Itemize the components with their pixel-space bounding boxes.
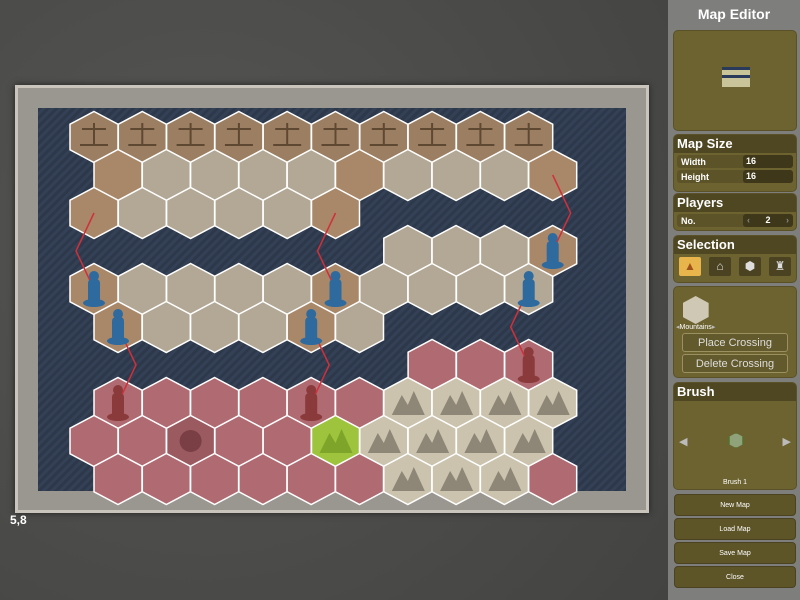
close-button[interactable]: Close bbox=[674, 566, 796, 588]
brush-prev-icon[interactable]: ◀ bbox=[679, 435, 687, 448]
hex-tool-icon[interactable]: ⬢ bbox=[739, 257, 761, 276]
terrain-tool-icon[interactable]: ▲ bbox=[679, 257, 701, 276]
height-label: Height bbox=[681, 171, 709, 182]
next-terrain-icon[interactable]: ▸ bbox=[712, 323, 716, 331]
minimap-preview bbox=[722, 67, 750, 87]
players-stepper[interactable]: ‹ 2 › bbox=[743, 214, 793, 227]
players-no-label: No. bbox=[681, 215, 696, 226]
blue-warrior-icon[interactable] bbox=[522, 279, 535, 303]
width-label: Width bbox=[681, 156, 706, 167]
arrow-left-icon[interactable]: ‹ bbox=[747, 214, 750, 227]
panel-title: Map Editor bbox=[697, 6, 771, 22]
blue-unit-head bbox=[89, 271, 99, 281]
brush-preview-icon bbox=[729, 433, 743, 448]
brush-header: Brush bbox=[674, 383, 796, 401]
red-tower-icon[interactable] bbox=[522, 355, 535, 379]
terrain-section: ◂ Mountains ▸ Place Crossing Delete Cros… bbox=[673, 286, 797, 378]
place-crossing-button[interactable]: Place Crossing bbox=[682, 333, 788, 352]
players-section: Players No. ‹ 2 › bbox=[673, 193, 797, 231]
red-unit-head bbox=[306, 385, 317, 395]
selection-header: Selection bbox=[674, 236, 796, 254]
rubble-icon bbox=[179, 430, 202, 452]
red-tower-icon[interactable] bbox=[305, 393, 318, 417]
blue-warrior-icon[interactable] bbox=[305, 317, 318, 341]
blue-warrior-icon[interactable] bbox=[546, 241, 559, 265]
unit-tool-icon[interactable]: ♜ bbox=[769, 257, 791, 276]
terrain-name: Mountains bbox=[679, 324, 712, 331]
cursor-coordinates: 5,8 bbox=[10, 513, 27, 527]
blue-unit-head bbox=[306, 309, 317, 319]
editor-panel: Map Editor Map Size Width 16 Height 16 Pla… bbox=[668, 0, 800, 600]
selection-section: Selection ▲ ⌂ ⬢ ♜ bbox=[673, 235, 797, 283]
blue-unit-head bbox=[547, 233, 558, 243]
blue-warrior-icon[interactable] bbox=[112, 317, 124, 341]
save-map-button[interactable]: Save Map bbox=[674, 542, 796, 564]
brush-next-icon[interactable]: ▶ bbox=[783, 435, 791, 448]
map-size-section: Map Size Width 16 Height 16 bbox=[673, 134, 797, 192]
brush-section: Brush ◀ ▶ Brush 1 bbox=[673, 382, 797, 490]
building-tool-icon[interactable]: ⌂ bbox=[709, 257, 731, 276]
players-header: Players bbox=[674, 194, 796, 212]
width-field[interactable]: 16 bbox=[743, 155, 793, 168]
red-tower-icon[interactable] bbox=[112, 393, 124, 417]
mountains-icon bbox=[682, 296, 709, 324]
blue-unit-head bbox=[113, 309, 123, 319]
load-map-button[interactable]: Load Map bbox=[674, 518, 796, 540]
blue-unit-head bbox=[330, 271, 341, 281]
delete-crossing-button[interactable]: Delete Crossing bbox=[682, 354, 788, 373]
red-unit-head bbox=[523, 347, 534, 357]
height-field[interactable]: 16 bbox=[743, 170, 793, 183]
blue-unit-head bbox=[523, 271, 534, 281]
minimap[interactable] bbox=[673, 30, 797, 131]
map-size-header: Map Size bbox=[674, 135, 796, 153]
red-unit-head bbox=[113, 385, 123, 395]
hex-map[interactable] bbox=[0, 0, 668, 600]
arrow-right-icon[interactable]: › bbox=[786, 214, 789, 227]
brush-name: Brush 1 bbox=[722, 479, 748, 486]
blue-warrior-icon[interactable] bbox=[88, 279, 100, 303]
players-count: 2 bbox=[765, 215, 771, 225]
new-map-button[interactable]: New Map bbox=[674, 494, 796, 516]
blue-warrior-icon[interactable] bbox=[329, 279, 342, 303]
